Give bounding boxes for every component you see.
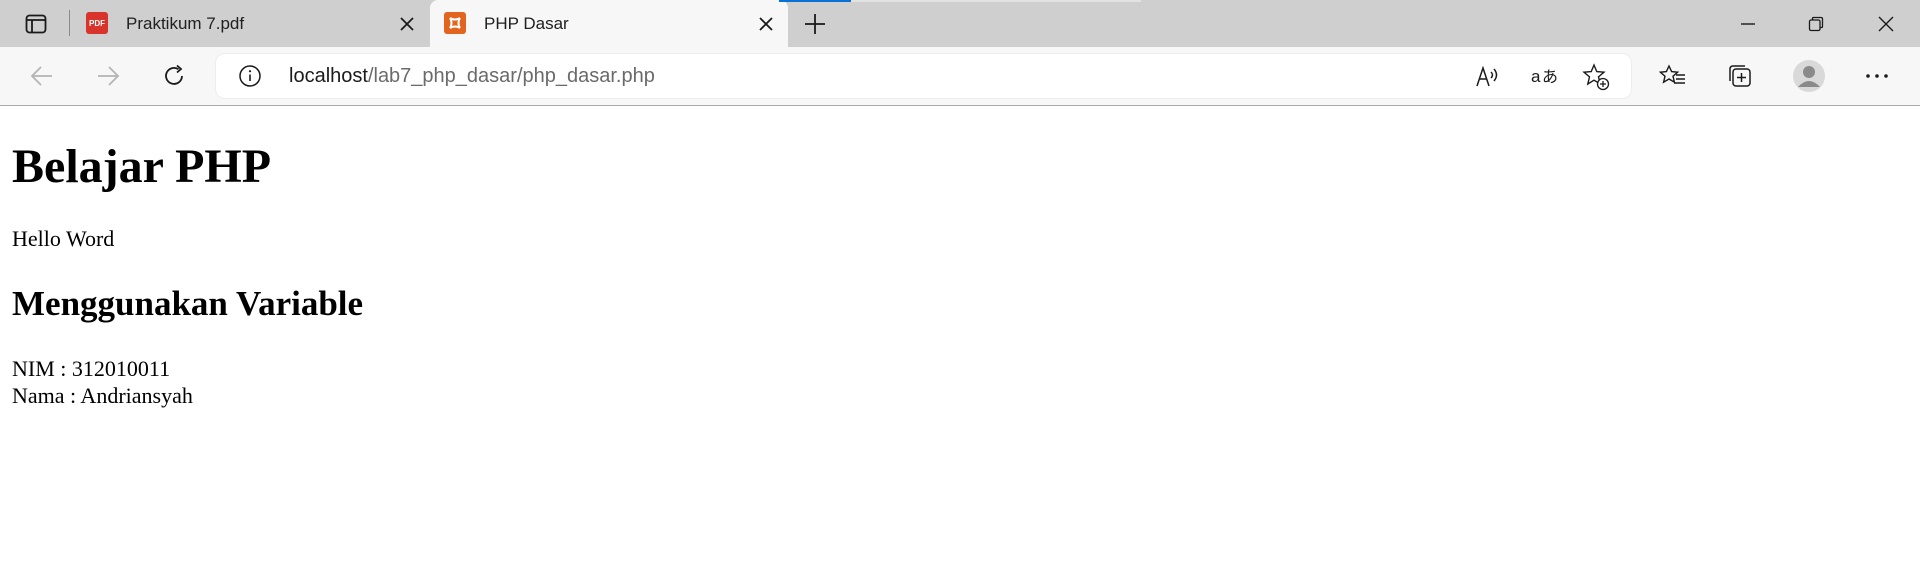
read-aloud-icon[interactable] xyxy=(1474,63,1502,91)
restore-button[interactable] xyxy=(1782,0,1850,47)
tab-strip: PDF Praktikum 7.pdf PHP Dasar xyxy=(0,0,1920,47)
url-path: /lab7_php_dasar/php_dasar.php xyxy=(367,65,655,87)
site-info-icon[interactable] xyxy=(238,64,262,88)
tab-separator xyxy=(69,10,70,36)
avatar-icon xyxy=(1793,60,1825,92)
collections-icon xyxy=(1729,65,1751,87)
tab-title: Praktikum 7.pdf xyxy=(126,14,245,33)
back-arrow-icon xyxy=(30,66,52,86)
minimize-button[interactable] xyxy=(1714,0,1782,47)
more-icon xyxy=(1866,74,1888,78)
minimize-icon xyxy=(1741,22,1755,25)
favorites-icon xyxy=(1659,64,1685,84)
translate-icon[interactable]: a あ xyxy=(1528,63,1564,91)
pdf-icon: PDF xyxy=(86,12,108,34)
nama-text: Nama : Andriansyah xyxy=(12,383,193,408)
svg-text:あ: あ xyxy=(1542,67,1558,86)
back-button[interactable] xyxy=(22,57,62,95)
svg-text:a: a xyxy=(1531,67,1541,86)
navigation-toolbar: localhost/lab7_php_dasar/php_dasar.php a… xyxy=(0,47,1920,106)
greeting-text: Hello Word xyxy=(12,226,115,251)
close-icon xyxy=(1878,16,1894,31)
tab-actions-button[interactable] xyxy=(15,9,57,39)
loading-progress-bar xyxy=(779,0,851,2)
close-tab-icon[interactable] xyxy=(754,12,778,36)
favorites-button[interactable] xyxy=(1653,57,1693,95)
plus-icon xyxy=(805,14,825,34)
tab-praktikum-pdf[interactable]: PDF Praktikum 7.pdf xyxy=(72,0,429,47)
add-favorite-icon[interactable] xyxy=(1582,63,1610,91)
close-window-button[interactable] xyxy=(1852,0,1920,47)
refresh-button[interactable] xyxy=(154,57,194,95)
new-tab-button[interactable] xyxy=(797,9,833,39)
close-tab-icon[interactable] xyxy=(395,12,419,36)
loading-progress-track xyxy=(851,0,1141,2)
tab-actions-icon xyxy=(25,14,47,34)
url-text[interactable]: localhost/lab7_php_dasar/php_dasar.php xyxy=(289,54,655,98)
restore-icon xyxy=(1808,16,1824,31)
tab-title: PHP Dasar xyxy=(484,14,569,33)
forward-arrow-icon xyxy=(98,66,120,86)
url-host: localhost xyxy=(289,65,368,87)
forward-button[interactable] xyxy=(88,57,128,95)
profile-button[interactable] xyxy=(1789,57,1829,95)
tab-php-dasar[interactable]: PHP Dasar xyxy=(430,0,788,47)
xampp-icon xyxy=(444,12,466,34)
refresh-icon xyxy=(165,64,183,85)
nim-text: NIM : 312010011 xyxy=(12,356,171,381)
settings-more-button[interactable] xyxy=(1857,57,1897,95)
address-bar[interactable]: localhost/lab7_php_dasar/php_dasar.php a… xyxy=(216,54,1631,98)
collections-button[interactable] xyxy=(1720,57,1760,95)
page-heading: Belajar PHP xyxy=(12,140,272,193)
variable-heading: Menggunakan Variable xyxy=(12,284,364,323)
